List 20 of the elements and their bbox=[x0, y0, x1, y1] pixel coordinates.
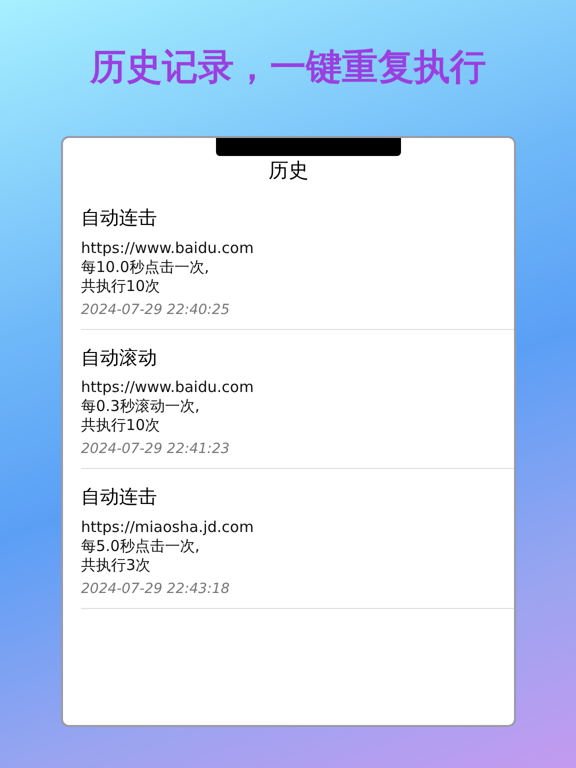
record-detail: 共执行10次 bbox=[81, 416, 162, 435]
record-detail: 共执行10次 bbox=[81, 276, 162, 296]
record-name: 自动连击 bbox=[81, 485, 158, 510]
record-time: 2024-07-29 22:40:25 bbox=[81, 300, 231, 320]
record-time: 2024-07-29 22:41:23 bbox=[81, 440, 231, 459]
record-time: 2024-07-29 22:43:18 bbox=[81, 580, 231, 598]
record-detail: 共执行3次 bbox=[81, 556, 152, 574]
record-detail: 每10.0秒点击一次, bbox=[81, 258, 210, 276]
screen-title: 历史 bbox=[268, 158, 308, 182]
history-record[interactable]: 自动连击 https://www.baidu.com 每10.0秒点击一次, 共执行10次 2024-07-29 22:40:25 bbox=[81, 190, 514, 330]
history-record[interactable]: 自动滚动 https://www.baidu.com 每0.3秒滚动一次, 共执行10次 2024-07-29 22:41:23 bbox=[81, 330, 514, 469]
record-name: 自动连击 bbox=[81, 206, 158, 231]
record-detail: 每0.3秒滚动一次, bbox=[81, 397, 201, 416]
history-record[interactable]: 自动连击 https://miaosha.jd.com 每5.0秒点击一次, 共执行3次 2024-07-29 22:43:18 bbox=[81, 469, 514, 608]
record-url: https://miaosha.jd.com bbox=[81, 518, 255, 536]
record-detail: 每5.0秒点击一次, bbox=[81, 536, 201, 556]
record-url: https://www.baidu.com bbox=[81, 378, 255, 397]
headline: 历史记录，一键重复执行 bbox=[88, 46, 487, 90]
record-url: https://www.baidu.com bbox=[81, 238, 255, 258]
record-name: 自动滚动 bbox=[81, 346, 158, 370]
